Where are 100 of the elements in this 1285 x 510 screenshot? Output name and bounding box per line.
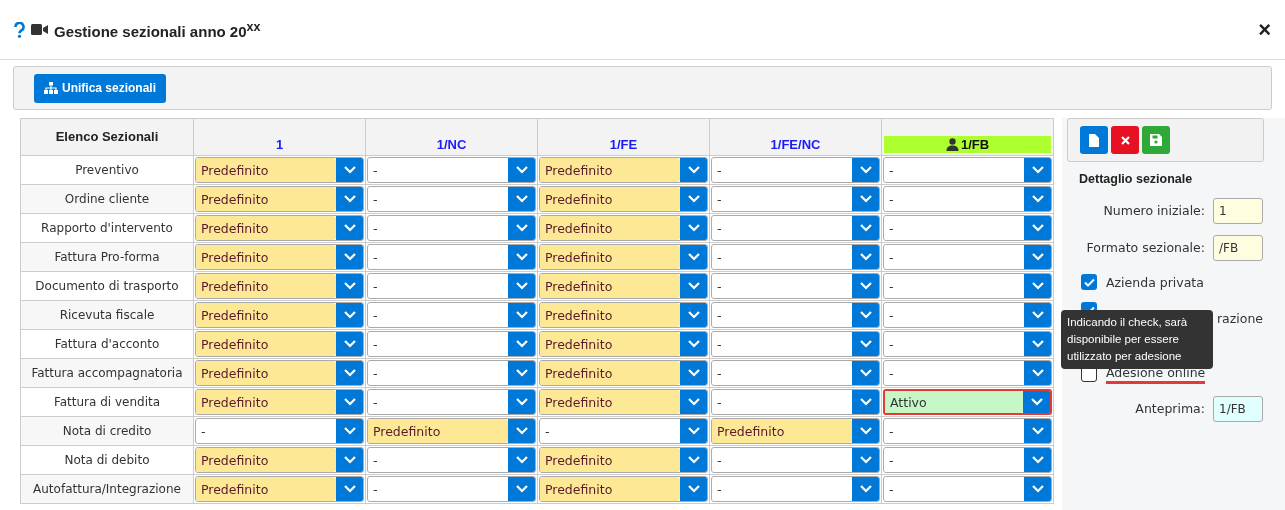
column-header[interactable]: 1/FB bbox=[884, 136, 1051, 153]
chevron-down-icon bbox=[515, 369, 528, 377]
dropdown-select[interactable]: Predefinito bbox=[539, 302, 708, 328]
dropdown-select[interactable]: - bbox=[711, 186, 880, 212]
dropdown-select[interactable]: - bbox=[711, 360, 880, 386]
dropdown-select[interactable]: - bbox=[883, 186, 1052, 212]
dropdown-select[interactable]: - bbox=[711, 273, 880, 299]
dropdown-select[interactable]: Attivo bbox=[883, 389, 1052, 415]
dropdown-select[interactable]: Predefinito bbox=[539, 447, 708, 473]
dropdown-select[interactable]: - bbox=[883, 244, 1052, 270]
dropdown-select[interactable]: - bbox=[883, 360, 1052, 386]
chevron-down-icon bbox=[859, 253, 872, 261]
dropdown-select[interactable]: - bbox=[883, 331, 1052, 357]
dropdown-select[interactable]: - bbox=[711, 389, 880, 415]
sitemap-icon bbox=[44, 82, 58, 94]
dropdown-select[interactable]: - bbox=[883, 157, 1052, 183]
dropdown-select[interactable]: Predefinito bbox=[539, 360, 708, 386]
help-icon[interactable] bbox=[14, 21, 25, 38]
dropdown-select[interactable]: - bbox=[711, 331, 880, 357]
dropdown-select[interactable]: Predefinito bbox=[195, 186, 364, 212]
dropdown-select[interactable]: Predefinito bbox=[539, 273, 708, 299]
column-header: Elenco Sezionali bbox=[20, 118, 194, 156]
dropdown-select[interactable]: Predefinito bbox=[195, 244, 364, 270]
chevron-down-icon bbox=[687, 224, 700, 232]
chevron-down-icon bbox=[515, 166, 528, 174]
chevron-down-icon bbox=[687, 485, 700, 493]
row-label: Nota di credito bbox=[20, 416, 194, 446]
dropdown-select[interactable]: Predefinito bbox=[195, 157, 364, 183]
dropdown-select[interactable]: - bbox=[883, 476, 1052, 502]
dropdown-select[interactable]: - bbox=[883, 273, 1052, 299]
new-button[interactable] bbox=[1080, 126, 1108, 154]
dropdown-select[interactable]: Predefinito bbox=[539, 244, 708, 270]
dropdown-select[interactable]: - bbox=[711, 447, 880, 473]
dropdown-select[interactable]: - bbox=[711, 302, 880, 328]
dropdown-select[interactable]: Predefinito bbox=[195, 476, 364, 502]
dropdown-select[interactable]: - bbox=[367, 476, 536, 502]
save-button[interactable] bbox=[1142, 126, 1170, 154]
dropdown-select[interactable]: - bbox=[367, 273, 536, 299]
chevron-down-icon bbox=[1031, 253, 1044, 261]
chevron-down-icon bbox=[515, 311, 528, 319]
dropdown-select[interactable]: Predefinito bbox=[195, 447, 364, 473]
dropdown-select[interactable]: Predefinito bbox=[539, 186, 708, 212]
dropdown-select[interactable]: - bbox=[367, 157, 536, 183]
row-label: Rapporto d'intervento bbox=[20, 213, 194, 243]
input-field[interactable]: /FB bbox=[1213, 234, 1263, 261]
chevron-down-icon bbox=[515, 340, 528, 348]
dropdown-select[interactable]: Predefinito bbox=[539, 157, 708, 183]
merge-button[interactable]: Unifica sezionali bbox=[34, 73, 167, 103]
dropdown-select[interactable]: - bbox=[883, 447, 1052, 473]
chevron-down-icon bbox=[343, 224, 356, 232]
dropdown-select[interactable]: - bbox=[367, 447, 536, 473]
checkbox-label: razione bbox=[1216, 311, 1263, 326]
dropdown-select[interactable]: Predefinito bbox=[711, 418, 880, 444]
dropdown-select[interactable]: - bbox=[711, 157, 880, 183]
dropdown-select[interactable]: - bbox=[883, 302, 1052, 328]
checkbox[interactable] bbox=[1081, 274, 1097, 290]
chevron-down-icon bbox=[343, 485, 356, 493]
dropdown-select[interactable]: Predefinito bbox=[539, 476, 708, 502]
dropdown-select[interactable]: Predefinito bbox=[195, 273, 364, 299]
checkmark-icon bbox=[1083, 277, 1095, 287]
chevron-down-icon bbox=[343, 340, 356, 348]
dropdown-select[interactable]: Predefinito bbox=[539, 331, 708, 357]
dropdown-select[interactable]: Predefinito bbox=[539, 215, 708, 241]
chevron-down-icon bbox=[1031, 369, 1044, 377]
dropdown-select[interactable]: Predefinito bbox=[195, 215, 364, 241]
dropdown-select[interactable]: - bbox=[195, 418, 364, 444]
dropdown-select[interactable]: - bbox=[711, 476, 880, 502]
chevron-down-icon bbox=[343, 282, 356, 290]
row-label: Fattura di vendita bbox=[20, 387, 194, 417]
close-button[interactable]: × bbox=[1258, 16, 1271, 43]
dropdown-select[interactable]: - bbox=[367, 215, 536, 241]
dropdown-select[interactable]: - bbox=[367, 186, 536, 212]
dropdown-select[interactable]: Predefinito bbox=[367, 418, 536, 444]
dropdown-select[interactable]: - bbox=[539, 418, 708, 444]
dropdown-select[interactable]: - bbox=[711, 244, 880, 270]
dropdown-select[interactable]: Predefinito bbox=[195, 302, 364, 328]
chevron-down-icon bbox=[343, 398, 356, 406]
chevron-down-icon bbox=[1031, 340, 1044, 348]
dropdown-select[interactable]: Predefinito bbox=[195, 331, 364, 357]
chevron-down-icon bbox=[343, 369, 356, 377]
dropdown-select[interactable]: Predefinito bbox=[195, 389, 364, 415]
dropdown-select[interactable]: - bbox=[883, 418, 1052, 444]
dropdown-select[interactable]: Predefinito bbox=[539, 389, 708, 415]
input-field[interactable]: 1 bbox=[1213, 197, 1263, 224]
video-camera-icon[interactable] bbox=[31, 24, 48, 35]
chevron-down-icon bbox=[859, 456, 872, 464]
field-label: Formato sezionale: bbox=[1086, 240, 1205, 255]
delete-button[interactable] bbox=[1111, 126, 1139, 154]
dropdown-select[interactable]: - bbox=[367, 244, 536, 270]
chevron-down-icon bbox=[859, 195, 872, 203]
chevron-down-icon bbox=[515, 398, 528, 406]
dropdown-select[interactable]: - bbox=[367, 360, 536, 386]
section-title: Dettaglio sezionale bbox=[1079, 172, 1194, 186]
dropdown-select[interactable]: - bbox=[883, 215, 1052, 241]
preview-field[interactable]: 1/FB bbox=[1213, 395, 1263, 422]
dropdown-select[interactable]: - bbox=[367, 302, 536, 328]
dropdown-select[interactable]: - bbox=[711, 215, 880, 241]
dropdown-select[interactable]: - bbox=[367, 389, 536, 415]
dropdown-select[interactable]: - bbox=[367, 331, 536, 357]
dropdown-select[interactable]: Predefinito bbox=[195, 360, 364, 386]
